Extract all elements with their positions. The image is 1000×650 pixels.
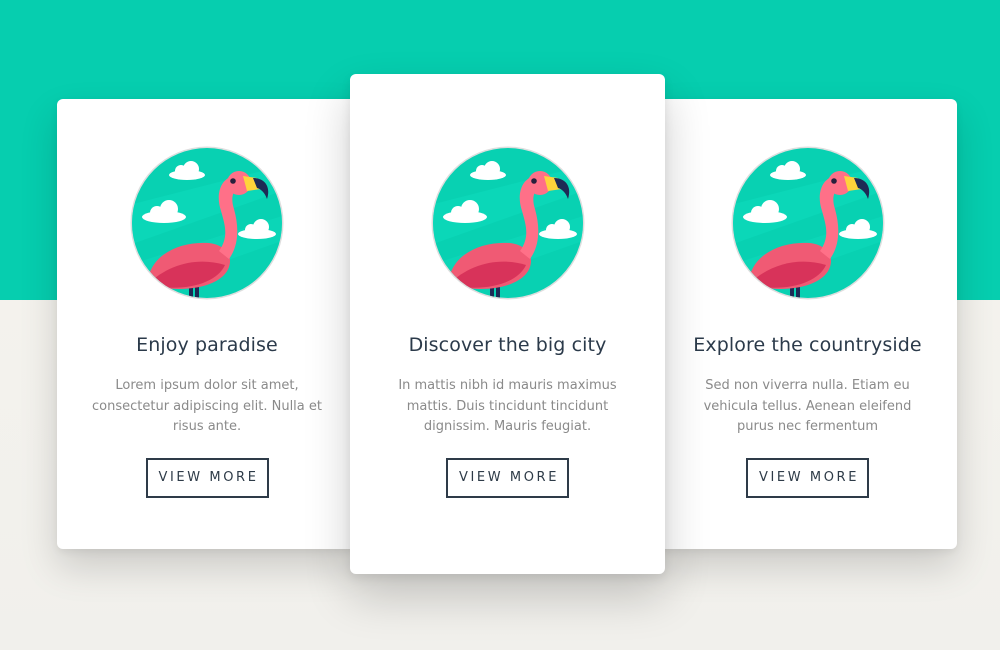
card-title: Enjoy paradise	[136, 334, 278, 356]
card-explore-countryside: Explore the countryside Sed non viverra …	[658, 99, 957, 549]
card-description: Lorem ipsum dolor sit amet, consectetur …	[92, 378, 322, 434]
card-discover-big-city: Discover the big city In mattis nibh id …	[350, 74, 665, 574]
view-more-button[interactable]: VIEW MORE	[145, 457, 269, 498]
card-description: Sed non viverra nulla. Etiam eu vehicula…	[703, 378, 912, 434]
card-title: Discover the big city	[408, 334, 607, 356]
card-description: In mattis nibh id mauris maximus mattis.…	[398, 378, 617, 434]
flamingo-icon	[730, 145, 886, 301]
card-enjoy-paradise: Enjoy paradise Lorem ipsum dolor sit ame…	[57, 99, 357, 549]
card-title: Explore the countryside	[693, 334, 922, 356]
view-more-button[interactable]: VIEW MORE	[746, 457, 869, 498]
flamingo-icon	[129, 145, 285, 301]
flamingo-icon	[430, 145, 586, 301]
view-more-button[interactable]: VIEW MORE	[446, 457, 569, 498]
